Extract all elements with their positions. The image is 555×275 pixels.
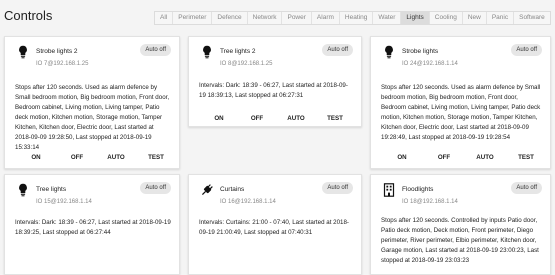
- lightbulb-icon: [201, 45, 213, 59]
- tab-perimeter[interactable]: Perimeter: [173, 12, 213, 24]
- control-card-floodlights: Floodlights IO 18@192.168.1.14 Auto off …: [370, 174, 551, 275]
- auto-button[interactable]: AUTO: [287, 115, 304, 122]
- card-description: Intervals: Dark: 18:39 - 06:27, Last sta…: [199, 82, 348, 99]
- control-card-curtains: Curtains IO 16@192.168.1.14 Auto off Int…: [188, 174, 362, 275]
- card-address: IO 15@192.168.1.14: [36, 199, 92, 205]
- auto-off-badge: Auto off: [140, 44, 171, 56]
- tab-panic[interactable]: Panic: [487, 12, 515, 24]
- auto-off-badge: Auto off: [322, 44, 353, 56]
- on-button[interactable]: ON: [214, 115, 223, 122]
- on-button[interactable]: ON: [397, 154, 406, 161]
- tab-heating[interactable]: Heating: [340, 12, 374, 24]
- card-actions: ON OFF AUTO TEST: [371, 154, 550, 164]
- auto-off-badge: Auto off: [140, 182, 171, 194]
- control-card-strobe-lights: Strobe lights IO 24@192.168.1.14 Auto of…: [370, 36, 551, 169]
- card-description: Intervals: Curtains: 21:00 - 07:40, Last…: [199, 219, 349, 236]
- building-icon: [383, 183, 395, 197]
- tab-new[interactable]: New: [463, 12, 487, 24]
- card-title: Floodlights: [402, 186, 434, 193]
- auto-button[interactable]: AUTO: [107, 154, 124, 161]
- card-actions: ON OFF AUTO TEST: [189, 115, 361, 125]
- card-title: Tree lights 2: [220, 48, 256, 55]
- card-title: Strobe lights: [402, 48, 439, 55]
- tab-network[interactable]: Network: [248, 12, 283, 24]
- card-description: Stops after 120 seconds. Used as alarm d…: [15, 84, 170, 151]
- tab-all[interactable]: All: [155, 12, 174, 24]
- auto-button[interactable]: AUTO: [476, 154, 493, 161]
- lightbulb-icon: [17, 45, 29, 59]
- card-description: Intervals: Dark: 18:39 - 06:27, Last sta…: [15, 219, 171, 236]
- filter-tabs: All Perimeter Defence Network Power Alar…: [154, 11, 551, 25]
- auto-off-badge: Auto off: [322, 182, 353, 194]
- test-button[interactable]: TEST: [518, 154, 534, 161]
- tab-software[interactable]: Software: [514, 12, 550, 24]
- on-button[interactable]: ON: [31, 154, 40, 161]
- card-title: Strobe lights 2: [36, 48, 78, 55]
- card-title: Tree lights: [36, 186, 67, 193]
- card-description: Stops after 120 seconds. Controlled by i…: [381, 217, 539, 264]
- card-actions: ON OFF AUTO TEST: [5, 154, 179, 164]
- control-card-tree-lights-2: Tree lights 2 IO 8@192.168.1.25 Auto off…: [188, 36, 362, 127]
- off-button[interactable]: OFF: [251, 115, 263, 122]
- card-address: IO 16@192.168.1.14: [220, 199, 276, 205]
- lightbulb-icon: [17, 183, 29, 197]
- control-card-tree-lights: Tree lights IO 15@192.168.1.14 Auto off …: [4, 174, 180, 275]
- tab-alarm[interactable]: Alarm: [312, 12, 340, 24]
- auto-off-badge: Auto off: [511, 44, 542, 56]
- test-button[interactable]: TEST: [327, 115, 343, 122]
- off-button[interactable]: OFF: [71, 154, 83, 161]
- tab-power[interactable]: Power: [282, 12, 312, 24]
- card-description: Stops after 120 seconds. Used as alarm d…: [381, 84, 541, 141]
- test-button[interactable]: TEST: [148, 154, 164, 161]
- card-address: IO 8@192.168.1.25: [220, 61, 273, 67]
- lightbulb-icon: [383, 45, 395, 59]
- tab-defence[interactable]: Defence: [212, 12, 248, 24]
- card-address: IO 7@192.168.1.25: [36, 61, 89, 67]
- tab-cooling[interactable]: Cooling: [430, 12, 463, 24]
- card-title: Curtains: [220, 186, 245, 193]
- auto-off-badge: Auto off: [511, 182, 542, 194]
- tab-water[interactable]: Water: [373, 12, 402, 24]
- plug-icon: [201, 183, 213, 197]
- off-button[interactable]: OFF: [438, 154, 450, 161]
- tab-lights[interactable]: Lights: [401, 12, 430, 24]
- card-address: IO 18@192.168.1.14: [402, 199, 458, 205]
- control-card-strobe-lights-2: Strobe lights 2 IO 7@192.168.1.25 Auto o…: [4, 36, 180, 169]
- header: Controls All Perimeter Defence Network P…: [0, 0, 555, 34]
- page-title: Controls: [4, 8, 53, 23]
- card-address: IO 24@192.168.1.14: [402, 61, 458, 67]
